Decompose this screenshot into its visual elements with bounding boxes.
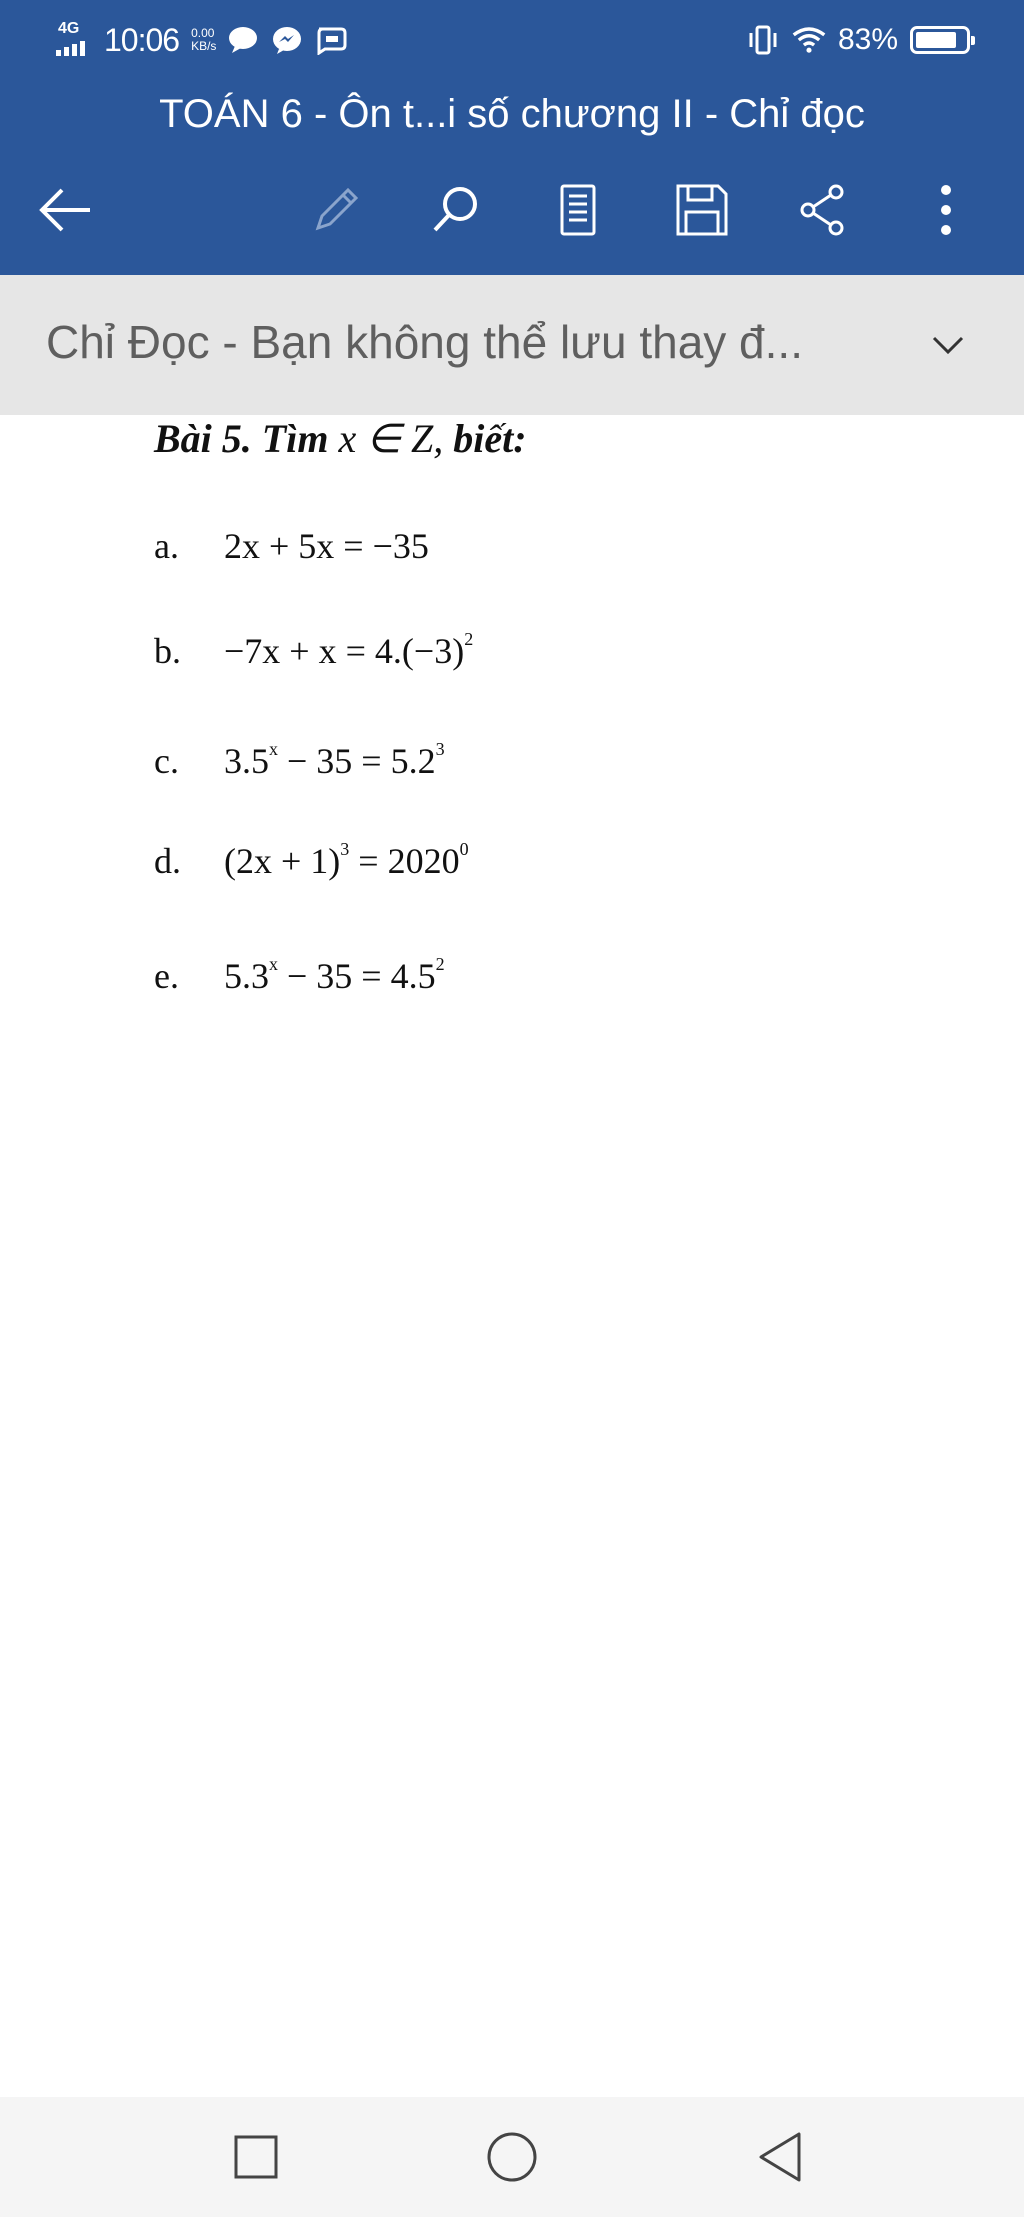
problem-expression: 2x + 5x = −35 — [224, 526, 429, 566]
problem-expression-part2: − 35 = 4.5 — [278, 956, 436, 996]
problem-e: e. 5.3x − 35 = 4.52 — [154, 955, 445, 997]
more-options-icon — [941, 185, 951, 235]
back-button[interactable] — [26, 170, 106, 250]
mobile-view-icon — [560, 184, 596, 236]
document-title: TOÁN 6 - Ôn t...i số chương II - Chỉ đọc — [159, 92, 865, 136]
edit-pencil-icon — [315, 187, 359, 231]
battery-fill — [916, 32, 956, 48]
home-button[interactable] — [482, 2127, 542, 2187]
back-nav-button[interactable] — [750, 2127, 810, 2187]
problem-expression-part1: 5.3 — [224, 956, 269, 996]
net-speed-unit: KB/s — [191, 39, 217, 53]
problem-letter: e. — [154, 956, 179, 996]
problem-exponent-2: 0 — [459, 839, 469, 859]
more-options-button[interactable] — [906, 170, 986, 250]
problem-c: c. 3.5x − 35 = 5.23 — [154, 740, 445, 782]
status-bar: 4G 10:06 0.00 KB/s 83% — [0, 0, 1024, 80]
share-icon — [800, 184, 844, 236]
cellular-signal-icon: 4G — [52, 20, 94, 60]
net-speed: 0.00 KB/s — [191, 27, 216, 53]
network-type-label: 4G — [58, 20, 80, 37]
search-button[interactable] — [416, 170, 496, 250]
problem-exponent-2: 2 — [435, 954, 445, 974]
recent-apps-button[interactable] — [226, 2127, 286, 2187]
problem-letter: b. — [154, 631, 181, 671]
readonly-expand-button[interactable] — [918, 315, 978, 375]
back-triangle-icon — [759, 2132, 801, 2182]
save-icon — [676, 184, 728, 236]
exercise-heading: Bài 5. Tìm x ∈ Z, biết: — [154, 415, 527, 462]
vibrate-icon — [746, 23, 780, 57]
battery-percent: 83% — [837, 23, 898, 56]
app-header: 4G 10:06 0.00 KB/s 83% TOÁN 6 - Ôn t...i… — [0, 0, 1024, 275]
recent-apps-square-icon — [234, 2135, 278, 2179]
problem-d: d. (2x + 1)3 = 20200 — [154, 840, 469, 882]
problem-exponent-1: 3 — [340, 839, 350, 859]
readonly-message: Chỉ Đọc - Bạn không thể lưu thay đ... — [46, 316, 803, 368]
problem-exponent-1: x — [269, 739, 278, 759]
problem-expression-part1: 3.5 — [224, 741, 269, 781]
heading-suffix: biết: — [453, 416, 527, 461]
problem-expression-part1: (2x + 1) — [224, 841, 341, 881]
back-arrow-icon — [39, 188, 90, 232]
heading-prefix: Bài 5. Tìm — [154, 416, 329, 461]
zalo-icon — [314, 23, 348, 57]
problem-letter: d. — [154, 841, 181, 881]
home-circle-icon — [487, 2132, 537, 2182]
edit-button[interactable] — [296, 170, 376, 250]
status-left: 4G 10:06 0.00 KB/s — [52, 18, 348, 62]
search-icon — [433, 187, 477, 232]
heading-math: x ∈ Z, — [338, 416, 444, 461]
mobile-view-button[interactable] — [538, 170, 618, 250]
status-right: 83% — [746, 18, 975, 62]
problem-expression-part2: = 2020 — [349, 841, 460, 881]
readonly-banner[interactable]: Chỉ Đọc - Bạn không thể lưu thay đ... — [0, 275, 1024, 415]
problem-exponent-1: x — [269, 954, 278, 974]
problem-letter: c. — [154, 741, 179, 781]
chat-bubble-icon — [226, 23, 260, 57]
problem-a: a. 2x + 5x = −35 — [154, 525, 429, 567]
problem-expression-part2: − 35 = 5.2 — [278, 741, 436, 781]
document-page[interactable]: Bài 5. Tìm x ∈ Z, biết: a. 2x + 5x = −35 … — [0, 415, 1024, 2095]
wifi-icon — [792, 23, 826, 57]
problem-exponent-2: 3 — [435, 739, 445, 759]
problem-b: b. −7x + x = 4.(−3)2 — [154, 630, 473, 672]
problem-expression: −7x + x = 4.(−3) — [224, 631, 465, 671]
battery-icon — [910, 26, 975, 54]
chevron-down-icon — [932, 336, 964, 355]
messenger-icon — [270, 23, 304, 57]
status-time: 10:06 — [104, 21, 180, 58]
save-button[interactable] — [662, 170, 742, 250]
problem-exponent: 2 — [464, 629, 474, 649]
share-button[interactable] — [784, 170, 864, 250]
toolbar — [0, 170, 1024, 250]
navigation-bar — [0, 2097, 1024, 2217]
problem-letter: a. — [154, 526, 179, 566]
